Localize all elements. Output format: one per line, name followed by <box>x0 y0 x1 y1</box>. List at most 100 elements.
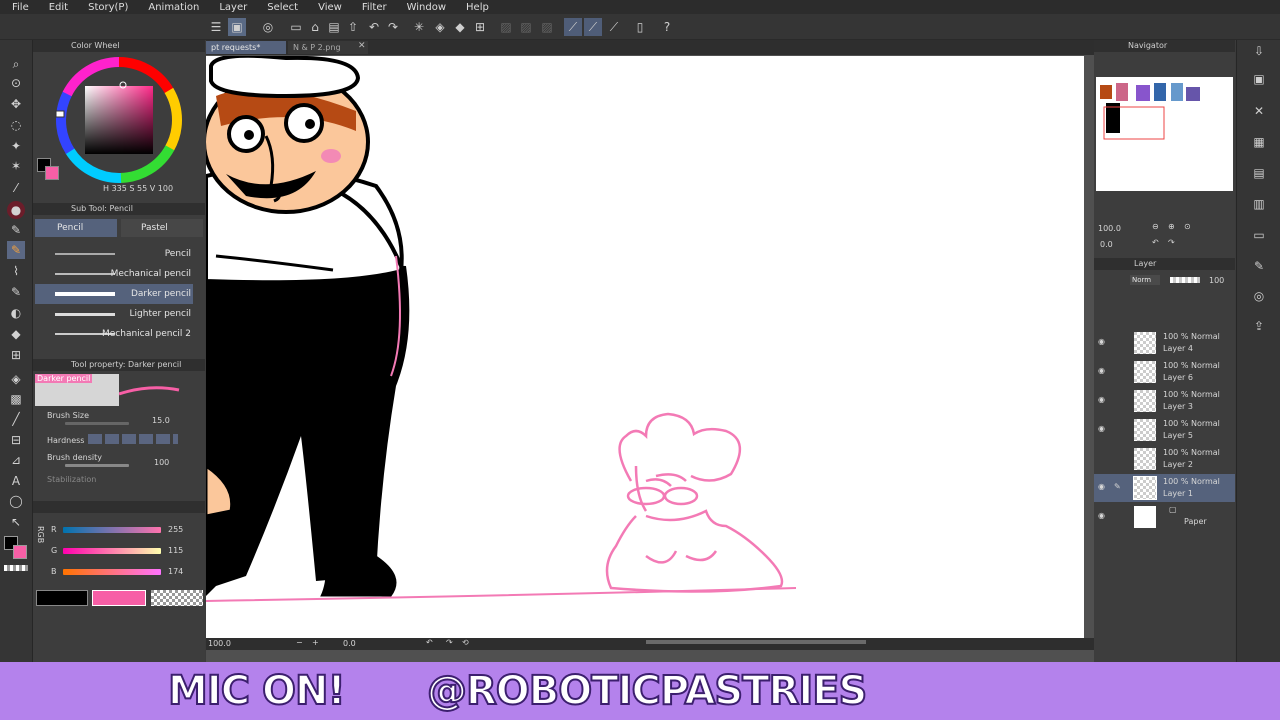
help-icon[interactable]: ? <box>658 18 676 36</box>
navigator-zoom[interactable]: 100.0 <box>1098 224 1121 233</box>
pink-swatch[interactable] <box>92 590 146 606</box>
operation-icon[interactable]: ⊙ <box>7 74 25 92</box>
fill-icon[interactable]: ◈ <box>431 18 449 36</box>
navigator-angle[interactable]: 0.0 <box>1100 240 1113 249</box>
nav-rotate-right-icon[interactable]: ↷ <box>1168 238 1175 247</box>
layer-row[interactable]: ◉ 100 % Normal Layer 4 <box>1094 329 1235 357</box>
paper-layer-row[interactable]: ◉ ▢ Paper <box>1094 503 1235 531</box>
grid-snap-icon[interactable]: ⟋ <box>605 18 623 36</box>
redo-icon[interactable]: ↷ <box>384 18 402 36</box>
text-icon[interactable]: A <box>7 472 25 490</box>
menu-edit[interactable]: Edit <box>39 2 78 13</box>
clear-icon[interactable]: ✳ <box>410 18 428 36</box>
eye-icon[interactable]: ◉ <box>1098 511 1105 520</box>
layer-row-selected[interactable]: ◉ ✎ 100 % Normal Layer 1 <box>1094 474 1235 502</box>
panel-export-icon[interactable]: ⇪ <box>1249 317 1269 335</box>
device-icon[interactable]: ▯ <box>631 18 649 36</box>
rotate-right-icon[interactable]: ↷ <box>446 638 453 647</box>
hamburger-icon[interactable]: ☰ <box>208 18 224 36</box>
menu-animation[interactable]: Animation <box>138 2 209 13</box>
nav-fit-icon[interactable]: ⊙ <box>1184 222 1191 231</box>
ruler-icon[interactable]: ⊿ <box>7 451 25 469</box>
layer-row[interactable]: ◉ 100 % Normal Layer 5 <box>1094 416 1235 444</box>
undo-icon[interactable]: ↶ <box>365 18 383 36</box>
panel-edit-icon[interactable]: ✎ <box>1249 257 1269 275</box>
crop-icon[interactable]: ⊞ <box>471 18 489 36</box>
menu-view[interactable]: View <box>308 2 352 13</box>
eraser-icon[interactable]: ◆ <box>7 325 25 343</box>
rotation-readout[interactable]: 0.0 <box>343 639 356 648</box>
g-value[interactable]: 115 <box>168 546 183 555</box>
menu-layer[interactable]: Layer <box>209 2 257 13</box>
transparent-swatch[interactable] <box>4 565 28 571</box>
new-file-icon[interactable]: ▭ <box>287 18 305 36</box>
eye-icon[interactable]: ◉ <box>1098 337 1105 346</box>
horizontal-scrollbar[interactable] <box>646 640 866 644</box>
nav-rotate-left-icon[interactable]: ↶ <box>1152 238 1159 247</box>
gradient-icon[interactable]: ▩ <box>7 390 25 408</box>
select-invert-icon[interactable]: ▨ <box>517 18 535 36</box>
avatar-icon[interactable]: ● <box>7 201 25 219</box>
transparent-color-swatch[interactable] <box>151 590 203 606</box>
tab-second-file[interactable]: N & P 2.png <box>288 41 368 54</box>
special-ruler-icon[interactable]: ⟋ <box>584 18 602 36</box>
menu-file[interactable]: File <box>0 2 39 13</box>
nav-zoom-out-icon[interactable]: ⊖ <box>1152 222 1159 231</box>
menu-select[interactable]: Select <box>257 2 308 13</box>
eye-icon[interactable]: ◉ <box>1098 424 1105 433</box>
subtool-item[interactable]: Pencil <box>35 244 193 264</box>
subtool-item[interactable]: Lighter pencil <box>35 304 193 324</box>
r-value[interactable]: 255 <box>168 525 183 534</box>
canvas[interactable] <box>206 56 1084 638</box>
hardness-slider[interactable] <box>88 434 178 444</box>
panel-material-icon[interactable]: ▥ <box>1249 195 1269 213</box>
pencil-icon[interactable]: ✎ <box>7 241 25 259</box>
eye-icon[interactable]: ◉ <box>1098 366 1105 375</box>
export-icon[interactable]: ⇧ <box>344 18 362 36</box>
eyedropper-icon[interactable]: ⁄ <box>7 179 25 197</box>
layer-row[interactable]: 100 % Normal Layer 2 <box>1094 445 1235 473</box>
brush-density-value[interactable]: 100 <box>154 458 169 467</box>
zoom-readout[interactable]: 100.0 <box>208 639 231 648</box>
b-slider[interactable] <box>63 569 161 575</box>
menu-help[interactable]: Help <box>456 2 499 13</box>
brush-size-slider[interactable] <box>65 422 129 425</box>
figure-icon[interactable]: ╱ <box>7 410 25 428</box>
panel-page-icon[interactable]: ▭ <box>1249 226 1269 244</box>
lasso-icon[interactable]: ◌ <box>7 116 25 134</box>
menu-filter[interactable]: Filter <box>352 2 397 13</box>
layer-row[interactable]: ◉ 100 % Normal Layer 6 <box>1094 358 1235 386</box>
nav-zoom-in-icon[interactable]: ⊕ <box>1168 222 1175 231</box>
wand-icon[interactable]: ✶ <box>7 157 25 175</box>
panel-close-icon[interactable]: ✕ <box>1249 102 1269 120</box>
g-slider[interactable] <box>63 548 161 554</box>
subtool-item[interactable]: Mechanical pencil <box>35 264 193 284</box>
panel-copy-icon[interactable]: ▣ <box>1249 70 1269 88</box>
panel-grid-icon[interactable]: ▦ <box>1249 133 1269 151</box>
select-off-icon[interactable]: ▨ <box>497 18 515 36</box>
eye-icon[interactable]: ◉ <box>1098 482 1105 491</box>
panel-camera-icon[interactable]: ◎ <box>1249 287 1269 305</box>
color-wheel[interactable] <box>53 54 185 186</box>
transform-icon[interactable]: ◆ <box>451 18 469 36</box>
move-icon[interactable]: ✥ <box>7 95 25 113</box>
zoom-plus-icon[interactable]: + <box>312 638 319 647</box>
zoom-minus-icon[interactable]: − <box>296 638 303 647</box>
open-folder-icon[interactable]: ⌂ <box>306 18 324 36</box>
opacity-value[interactable]: 100 <box>1209 276 1224 285</box>
auto-select-icon[interactable]: ✦ <box>7 137 25 155</box>
layer-row[interactable]: ◉ 100 % Normal Layer 3 <box>1094 387 1235 415</box>
subtool-item[interactable]: Mechanical pencil 2 <box>35 324 193 338</box>
blend-mode-select[interactable]: Norm <box>1130 275 1160 285</box>
close-tab-icon[interactable]: ✕ <box>358 41 366 51</box>
menu-story[interactable]: Story(P) <box>78 2 138 13</box>
navigator-preview[interactable] <box>1096 77 1233 191</box>
wheel-sub-color[interactable] <box>45 166 59 180</box>
correct-line-icon[interactable]: ↖ <box>7 513 25 531</box>
ruler-snap-icon[interactable]: ⟋ <box>564 18 582 36</box>
sub-color-swatch[interactable] <box>13 545 27 559</box>
record-icon[interactable]: ◎ <box>259 18 277 36</box>
fill-tool-icon[interactable]: ◈ <box>7 370 25 388</box>
brush-density-slider[interactable] <box>65 464 129 467</box>
select-expand-icon[interactable]: ▨ <box>538 18 556 36</box>
